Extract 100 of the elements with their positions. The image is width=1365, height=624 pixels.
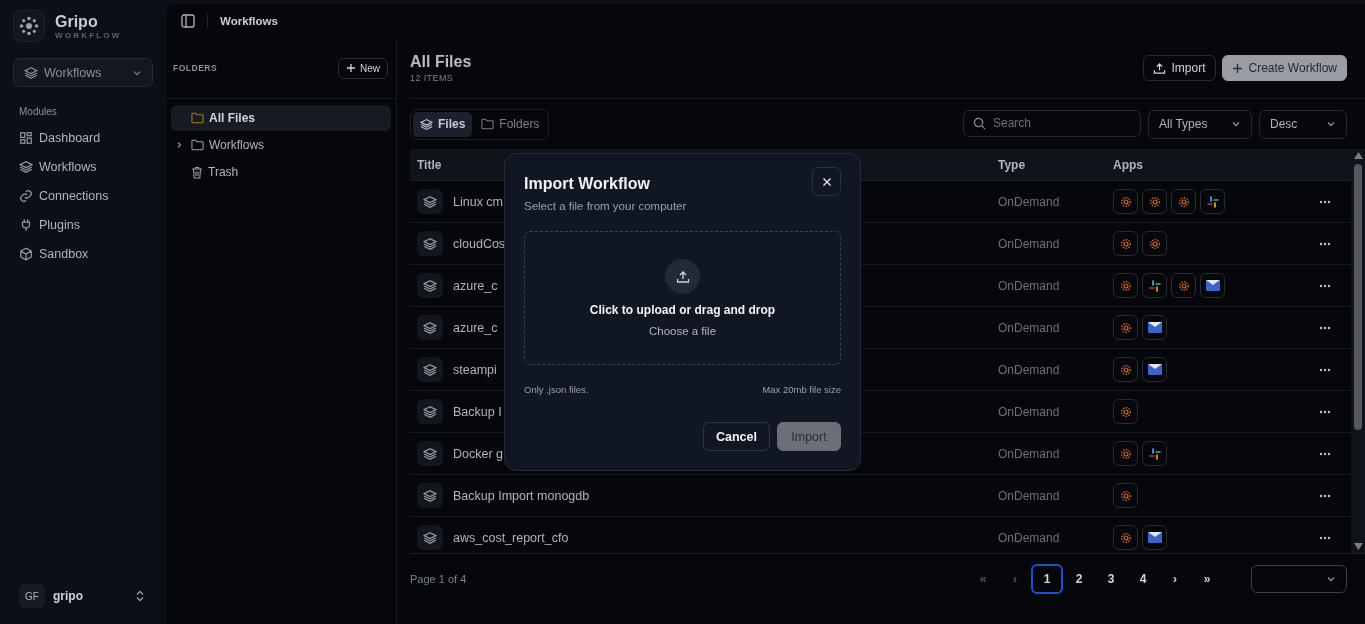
- gear-icon: [1142, 231, 1167, 256]
- gear-icon: [1113, 315, 1138, 340]
- table-cell-text: OnDemand: [998, 362, 1061, 377]
- next-page-button[interactable]: ›: [1159, 564, 1191, 594]
- table-cell-text: OnDemand: [998, 278, 1061, 293]
- workflow-title[interactable]: Backup I: [453, 404, 502, 419]
- view-tab[interactable]: Files: [413, 111, 473, 137]
- workflow-title[interactable]: Linux cm: [453, 194, 504, 209]
- chevron-down-icon: [1326, 119, 1336, 129]
- workflow-title[interactable]: Docker g: [453, 446, 504, 461]
- file-size-note: Max 20mb file size: [762, 384, 841, 395]
- gear-icon: [1113, 441, 1138, 466]
- link-icon: [19, 188, 33, 203]
- nav-item[interactable]: Workflows: [13, 152, 153, 181]
- folder-item[interactable]: Workflows: [171, 132, 391, 158]
- more-icon[interactable]: [1319, 409, 1331, 414]
- workflow-title[interactable]: cloudCos: [453, 236, 506, 251]
- more-icon[interactable]: [1319, 241, 1331, 246]
- gear-icon: [1113, 399, 1138, 424]
- trash-icon: [191, 165, 203, 179]
- envelope-icon: [1142, 525, 1167, 550]
- sidebar-toggle-icon[interactable]: [181, 13, 195, 28]
- table-cell-text: OnDemand: [998, 194, 1061, 209]
- gear-icon: [1142, 189, 1167, 214]
- more-icon[interactable]: [1319, 451, 1331, 456]
- workflow-title[interactable]: azure_c: [453, 278, 498, 293]
- page-summary: Page 1 of 4: [410, 573, 467, 585]
- folder-item[interactable]: All Files: [171, 105, 391, 131]
- close-button[interactable]: [812, 167, 841, 196]
- page-button[interactable]: 1: [1031, 564, 1063, 594]
- more-icon[interactable]: [1319, 367, 1331, 372]
- workflow-icon: [417, 441, 443, 466]
- chevron-up-down-icon[interactable]: [135, 590, 145, 602]
- create-workflow-button[interactable]: Create Workflow: [1221, 55, 1347, 81]
- brand-name: Gripo: [55, 12, 99, 31]
- section-heading: Modules: [19, 106, 58, 117]
- user-name: gripo: [53, 589, 83, 603]
- page-button[interactable]: 3: [1095, 564, 1127, 594]
- more-icon[interactable]: [1319, 283, 1331, 288]
- dialog-subtitle: Select a file from your computer: [524, 200, 688, 212]
- workflow-icon: [417, 315, 443, 340]
- file-drop-zone[interactable]: Click to upload or drag and drop Choose a file: [524, 231, 841, 365]
- gear-icon: [1171, 189, 1196, 214]
- type-filter-select[interactable]: All Types: [1148, 109, 1252, 139]
- new-folder-button[interactable]: New: [338, 57, 388, 79]
- workflow-icon: [417, 357, 443, 382]
- folder-icon: [191, 139, 204, 151]
- dialog-title: Import Workflow: [524, 175, 650, 193]
- scroll-up-icon[interactable]: [1353, 152, 1363, 159]
- nav-item[interactable]: Connections: [13, 181, 153, 210]
- workflow-icon: [417, 525, 443, 550]
- close-icon: [821, 176, 832, 187]
- workflow-title[interactable]: steampi: [453, 362, 497, 377]
- column-header: Type: [998, 157, 1027, 172]
- table-cell-text: OnDemand: [998, 236, 1061, 251]
- more-icon[interactable]: [1319, 493, 1331, 498]
- gear-icon: [1113, 525, 1138, 550]
- layers-icon: [24, 65, 38, 80]
- upload-icon: [1152, 61, 1166, 75]
- breadcrumb: Workflows: [220, 14, 278, 27]
- module-select[interactable]: Workflows: [13, 58, 153, 87]
- search-field[interactable]: Search: [963, 109, 1141, 137]
- cancel-button[interactable]: Cancel: [703, 422, 770, 451]
- scroll-down-icon[interactable]: [1353, 543, 1363, 550]
- nav-item[interactable]: Dashboard: [13, 123, 153, 152]
- table-cell-text: OnDemand: [998, 488, 1061, 503]
- workflow-title[interactable]: aws_cost_report_cfo: [453, 530, 569, 545]
- plus-icon: [346, 63, 356, 73]
- more-icon[interactable]: [1319, 535, 1331, 540]
- table-cell-text: OnDemand: [998, 404, 1061, 419]
- page-button[interactable]: 4: [1127, 564, 1159, 594]
- logo-icon: [13, 10, 45, 42]
- gear-icon: [1113, 231, 1138, 256]
- workflow-icon: [417, 273, 443, 298]
- search-icon: [973, 116, 986, 130]
- workflow-icon: [417, 189, 443, 214]
- plus-icon: [1231, 62, 1243, 74]
- page-button[interactable]: 2: [1063, 564, 1095, 594]
- gear-icon: [1113, 483, 1138, 508]
- more-icon[interactable]: [1319, 325, 1331, 330]
- chevron-down-icon: [1231, 119, 1241, 129]
- workflow-title[interactable]: Backup Import monogdb: [453, 488, 590, 503]
- envelope-icon: [1142, 315, 1167, 340]
- scrollbar[interactable]: [1351, 149, 1365, 553]
- table-cell-text: OnDemand: [998, 320, 1061, 335]
- more-icon[interactable]: [1319, 199, 1331, 204]
- envelope-icon: [1142, 357, 1167, 382]
- folder-item[interactable]: Trash: [171, 159, 391, 185]
- view-tab[interactable]: Folders: [474, 111, 547, 137]
- nav-item[interactable]: Plugins: [13, 210, 153, 239]
- folder-icon: [191, 112, 204, 124]
- last-page-button[interactable]: »: [1191, 564, 1223, 594]
- workflow-title[interactable]: azure_c: [453, 320, 498, 335]
- import-button[interactable]: Import: [1142, 55, 1216, 81]
- nav-item[interactable]: Sandbox: [13, 239, 153, 268]
- gear-icon: [1113, 189, 1138, 214]
- gear-icon: [1113, 273, 1138, 298]
- workflow-icon: [417, 231, 443, 256]
- item-count: 12 ITEMS: [410, 73, 455, 83]
- sort-select[interactable]: Desc: [1259, 109, 1347, 139]
